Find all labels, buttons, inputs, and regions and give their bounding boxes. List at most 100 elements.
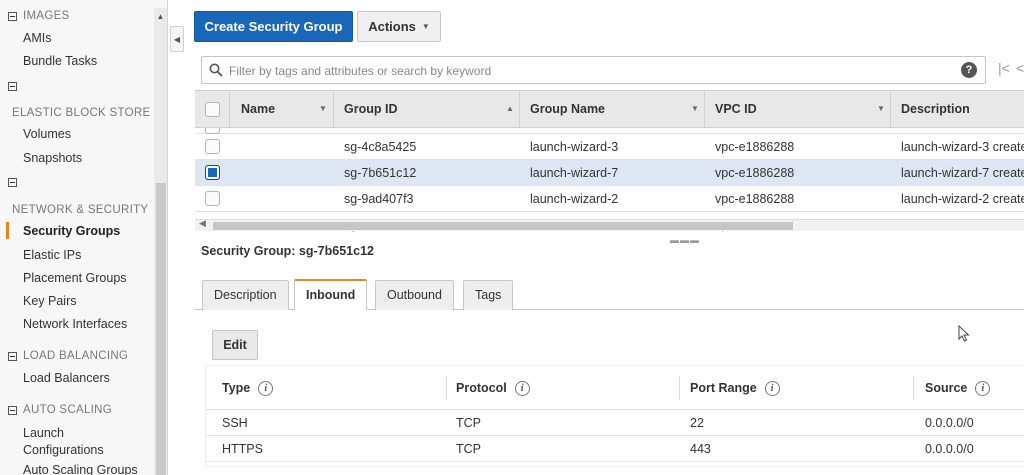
cell-group-id: sg-4c8a5425 [344,140,417,154]
column-separator [446,376,447,400]
rule-protocol: TCP [456,416,481,430]
section-images-title: IMAGES [23,10,70,22]
filter-bar: ? [201,56,986,84]
rule-type: SSH [222,416,248,430]
info-icon[interactable]: i [514,380,530,396]
table-row[interactable]: sg-9ad407f3 launch-wizard-2 vpc-e1886288… [195,186,1024,212]
sidebar-item-bundle-tasks[interactable]: Bundle Tasks [23,54,97,68]
first-page-icon[interactable]: |< [998,60,1010,76]
prev-page-icon[interactable]: < [1016,60,1024,76]
column-separator [519,91,520,127]
collapse-ebs-icon[interactable] [8,82,17,91]
rule-protocol: TCP [456,442,481,456]
sidebar-item-launch-configurations[interactable]: Launch Configurations [23,425,133,459]
table-row-selected[interactable]: sg-7b651c12 launch-wizard-7 vpc-e1886288… [195,160,1024,186]
collapse-network-icon[interactable] [8,178,17,187]
mouse-cursor-icon [958,325,970,342]
sidebar-item-snapshots[interactable]: Snapshots [23,151,82,165]
section-lb[interactable]: LOAD BALANCING [8,350,128,362]
create-security-group-button[interactable]: Create Security Group [194,11,353,42]
actions-button[interactable]: Actions ▼ [357,11,441,42]
cell-group-name: launch-wizard-7 [530,166,619,180]
tab-outbound[interactable]: Outbound [375,280,454,310]
info-icon[interactable]: i [975,380,991,396]
sidebar-item-network-interfaces[interactable]: Network Interfaces [23,317,127,331]
column-header-port-range[interactable]: Port Range i [690,366,780,410]
column-menu-icon[interactable]: ▼ [691,91,699,127]
column-separator [229,91,230,127]
edit-rules-button[interactable]: Edit [212,330,258,360]
row-checkbox-checked[interactable] [205,165,220,180]
row-checkbox[interactable] [205,139,220,154]
select-all-checkbox[interactable] [205,102,220,117]
sidebar-scrollbar-thumb[interactable] [156,183,166,475]
table-horizontal-scrollbar[interactable]: ◀ [195,218,1024,231]
cell-description: launch-wizard-2 created [901,192,1024,206]
column-header-type-label: Type [222,381,251,395]
table-row[interactable]: sg-4c8a5425 launch-wizard-3 vpc-e1886288… [195,134,1024,160]
rule-port-range: 22 [690,416,704,430]
sidebar-item-load-balancers[interactable]: Load Balancers [23,371,110,385]
rule-type: HTTPS [222,442,263,456]
column-header-source-label: Source [925,381,968,395]
cell-vpc-id: vpc-e1886288 [715,192,795,206]
sidebar-nav: IMAGES AMIs Bundle Tasks ELASTIC BLOCK S… [0,0,168,475]
info-icon[interactable]: i [258,380,274,396]
section-lb-title: LOAD BALANCING [23,350,129,362]
cell-group-name: launch-wizard-2 [530,192,619,206]
column-header-source[interactable]: Source i [925,366,991,410]
main-content: Create Security Group Actions ▼ ? |< < N… [190,0,1024,475]
column-header-vpc-id[interactable]: VPC ID [715,91,757,127]
chevron-down-icon: ▼ [421,22,430,31]
sidebar-item-placement-groups[interactable]: Placement Groups [23,271,127,285]
column-header-description[interactable]: Description [901,91,970,127]
column-header-protocol[interactable]: Protocol i [456,366,530,410]
tab-inbound[interactable]: Inbound [294,279,368,310]
row-checkbox[interactable] [205,191,220,206]
rule-source: 0.0.0.0/0 [925,416,974,430]
column-separator [890,91,891,127]
section-images[interactable]: IMAGES [8,10,70,22]
resize-handle[interactable]: ▬▬▬ [670,235,700,245]
column-header-port-range-label: Port Range [690,381,757,395]
table-scrollbar-thumb[interactable] [213,222,793,230]
chevron-left-icon: ◀ [173,34,181,44]
rule-row: HTTPS TCP 443 0.0.0.0/0 [206,436,1024,462]
ec2-console: IMAGES AMIs Bundle Tasks ELASTIC BLOCK S… [0,0,1024,475]
collapse-as-icon[interactable] [8,405,17,415]
sidebar-item-volumes[interactable]: Volumes [23,127,71,141]
tab-tags[interactable]: Tags [463,280,514,310]
security-groups-table-body: sg-4c8a5425 launch-wizard-3 vpc-e1886288… [195,128,1024,232]
active-item-indicator [6,222,9,239]
column-header-name[interactable]: Name [241,91,275,127]
cell-group-name: launch-wizard-3 [530,140,619,154]
collapse-images-icon[interactable] [8,11,17,21]
tab-description[interactable]: Description [202,280,289,310]
actions-label: Actions [368,19,416,34]
sidebar-item-security-groups[interactable]: Security Groups [23,224,120,238]
details-tabs: Description Inbound Outbound Tags [195,277,1024,310]
column-menu-icon[interactable]: ▼ [877,91,885,127]
cell-vpc-id: vpc-e1886288 [715,140,795,154]
cell-group-id: sg-7b651c12 [344,166,417,180]
details-title: Security Group: sg-7b651c12 [201,244,374,258]
column-header-group-id[interactable]: Group ID [344,91,397,127]
column-header-group-name[interactable]: Group Name [530,91,605,127]
sort-ascending-icon[interactable]: ▲ [506,91,514,127]
scroll-left-icon[interactable]: ◀ [199,218,206,229]
sidebar-item-key-pairs[interactable]: Key Pairs [23,294,77,308]
column-header-type[interactable]: Type i [222,366,274,410]
help-icon[interactable]: ? [961,62,977,78]
section-as[interactable]: AUTO SCALING [8,404,112,416]
scroll-up-icon[interactable]: ▲ [154,12,167,21]
column-menu-icon[interactable]: ▼ [319,91,327,127]
collapse-sidebar-button[interactable]: ◀ [170,26,184,52]
sidebar-item-elastic-ips[interactable]: Elastic IPs [23,248,81,262]
collapse-lb-icon[interactable] [8,351,17,361]
sidebar-item-auto-scaling-groups[interactable]: Auto Scaling Groups [23,463,138,475]
sidebar-item-amis[interactable]: AMIs [23,31,51,45]
info-icon[interactable]: i [764,380,780,396]
filter-input[interactable] [229,61,929,80]
search-icon [209,63,223,77]
column-separator [333,91,334,127]
